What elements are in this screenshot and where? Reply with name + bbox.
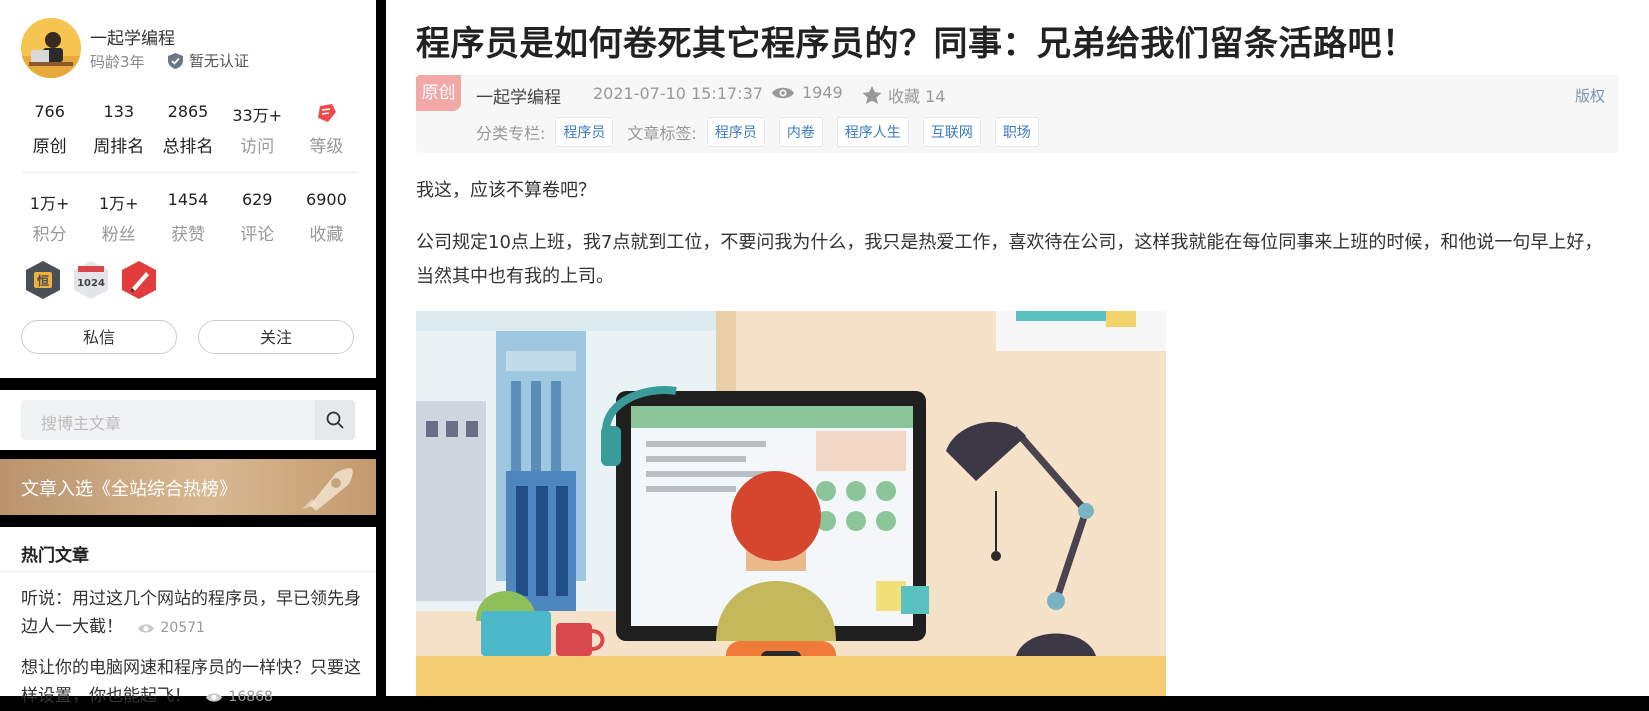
stat-comments: 629 评论 [223,190,292,245]
profile-card: 一起学编程 码龄3年 暂无认证 766 原创 133 周排名 2865 总排名 … [0,0,376,378]
private-message-button[interactable]: 私信 [21,320,177,354]
banner-text: 文章入选《全站综合热榜》 [21,479,237,500]
search-placeholder: 搜博主文章 [41,414,122,433]
stat-label: 粉丝 [101,225,136,245]
coding-age: 码龄3年 [90,53,145,71]
stat-fans[interactable]: 1万+ 粉丝 [84,190,153,245]
view-count: 1949 [772,83,843,102]
article-tag[interactable]: 互联网 [922,117,981,147]
stat-label: 收藏 [309,225,344,245]
stat-value: 629 [241,190,273,209]
stat-label: 评论 [240,225,275,245]
stat-original[interactable]: 766 原创 [15,102,84,157]
original-badge: 原创 [416,75,461,111]
tags-row: 分类专栏: 程序员 文章标签: 程序员 内卷 程序人生 互联网 职场 [476,117,1053,147]
hot-article-item[interactable]: 听说：用过这几个网站的程序员，早已领先身边人一大截！ 20571 [21,585,361,642]
stat-label: 总排名 [162,137,214,157]
stat-label: 原创 [32,137,67,157]
category-tag[interactable]: 程序员 [555,117,614,147]
search-icon [326,411,344,429]
stat-points: 1万+ 积分 [15,190,84,245]
page: 一起学编程 码龄3年 暂无认证 766 原创 133 周排名 2865 总排名 … [0,0,1649,706]
stat-label: 积分 [32,225,67,245]
verify-label: 暂无认证 [189,52,250,70]
article-tag[interactable]: 职场 [994,117,1039,147]
search-input[interactable]: 搜博主文章 [21,400,355,440]
article-illustration [416,311,1166,696]
stat-value: 1454 [167,190,209,209]
rocket-icon [302,468,353,511]
stat-value: 6900 [306,190,347,209]
svg-text:1024: 1024 [77,278,105,289]
category-label: 分类专栏: [476,124,546,143]
hot-article-views: 20571 [160,620,205,636]
collect-button[interactable]: 收藏 14 [862,83,945,107]
stat-value: 133 [103,102,135,121]
avatar[interactable] [21,18,81,78]
article-main: 程序员是如何卷死其它程序员的？同事：兄弟给我们留条活路吧！ 原创 一起学编程 2… [386,0,1649,696]
article-tag[interactable]: 程序人生 [836,117,909,147]
level-icon [318,104,337,122]
pen-badge-icon[interactable] [120,260,158,300]
article-paragraph: 我这，应该不算卷吧？ [416,180,596,201]
stat-label: 获赞 [171,225,205,245]
stat-value: 1万+ [29,194,70,213]
hot-articles-title: 热门文章 [21,546,89,566]
badge-list: 恒 1024 [24,260,158,300]
hot-article-item[interactable]: 想让你的电脑网速和程序员的一样快？只要这样设置，你也能起飞！ 16868 [21,654,361,711]
svg-text:恒: 恒 [37,273,49,288]
author-name[interactable]: 一起学编程 [90,24,175,49]
stat-value: 2865 [167,102,209,121]
article-title: 程序员是如何卷死其它程序员的？同事：兄弟给我们留条活路吧！ [416,24,1417,64]
stat-visits: 33万+ 访问 [223,102,292,157]
stat-level[interactable]: 等级 [292,102,361,157]
stat-collects: 6900 收藏 [292,190,361,245]
stat-label: 访问 [240,137,275,157]
stat-label: 周排名 [93,137,145,157]
collect-label: 收藏 14 [888,87,946,106]
search-card: 搜博主文章 [0,390,376,450]
eye-icon [206,692,223,702]
divider [22,172,358,173]
publish-date: 2021-07-10 15:17:37 [593,84,763,103]
article-tag[interactable]: 程序员 [706,117,765,147]
stats-row-2: 1万+ 积分 1万+ 粉丝 1454 获赞 629 评论 6900 收藏 [15,190,361,245]
hot-articles-card: 热门文章 听说：用过这几个网站的程序员，早已领先身边人一大截！ 20571 想让… [0,527,376,706]
follow-button[interactable]: 关注 [198,320,354,354]
stat-value: 766 [34,102,65,121]
stat-week-rank[interactable]: 133 周排名 [84,102,153,157]
verify-status: 暂无认证 [168,50,249,71]
article-paragraph: 公司规定10点上班，我7点就到工位，不要问我为什么，我只是热爱工作，喜欢待在公司… [416,232,1603,287]
stat-value: 33万+ [232,106,283,125]
shield-check-icon [168,52,183,69]
eye-icon [772,87,794,98]
stat-value: 1万+ [99,194,139,213]
eye-icon [138,623,155,633]
stat-label: 等级 [309,137,344,157]
hot-article-views: 16868 [228,689,273,705]
hot-article-title[interactable]: 想让你的电脑网速和程序员的一样快？只要这样设置，你也能起飞！ [21,658,361,706]
article-tag[interactable]: 内卷 [778,117,823,147]
divider [0,571,376,572]
persistence-badge-icon[interactable]: 恒 [24,260,62,300]
stat-total-rank[interactable]: 2865 总排名 [153,102,222,157]
sidebar: 一起学编程 码龄3年 暂无认证 766 原创 133 周排名 2865 总排名 … [0,0,376,706]
search-button[interactable] [315,400,355,440]
stat-likes: 1454 获赞 [153,190,222,245]
meta-author[interactable]: 一起学编程 [476,83,561,108]
copyright-link[interactable]: 版权 [1575,85,1605,106]
tags-label: 文章标签: [627,124,697,143]
stats-row-1: 766 原创 133 周排名 2865 总排名 33万+ 访问 等级 [15,102,361,157]
article-meta: 原创 一起学编程 2021-07-10 15:17:37 1949 收藏 14 … [416,75,1619,153]
hot-list-banner[interactable]: 文章入选《全站综合热榜》 [0,459,376,515]
star-icon [862,85,882,104]
view-count-value: 1949 [802,83,843,102]
1024-badge-icon[interactable]: 1024 [72,260,110,300]
